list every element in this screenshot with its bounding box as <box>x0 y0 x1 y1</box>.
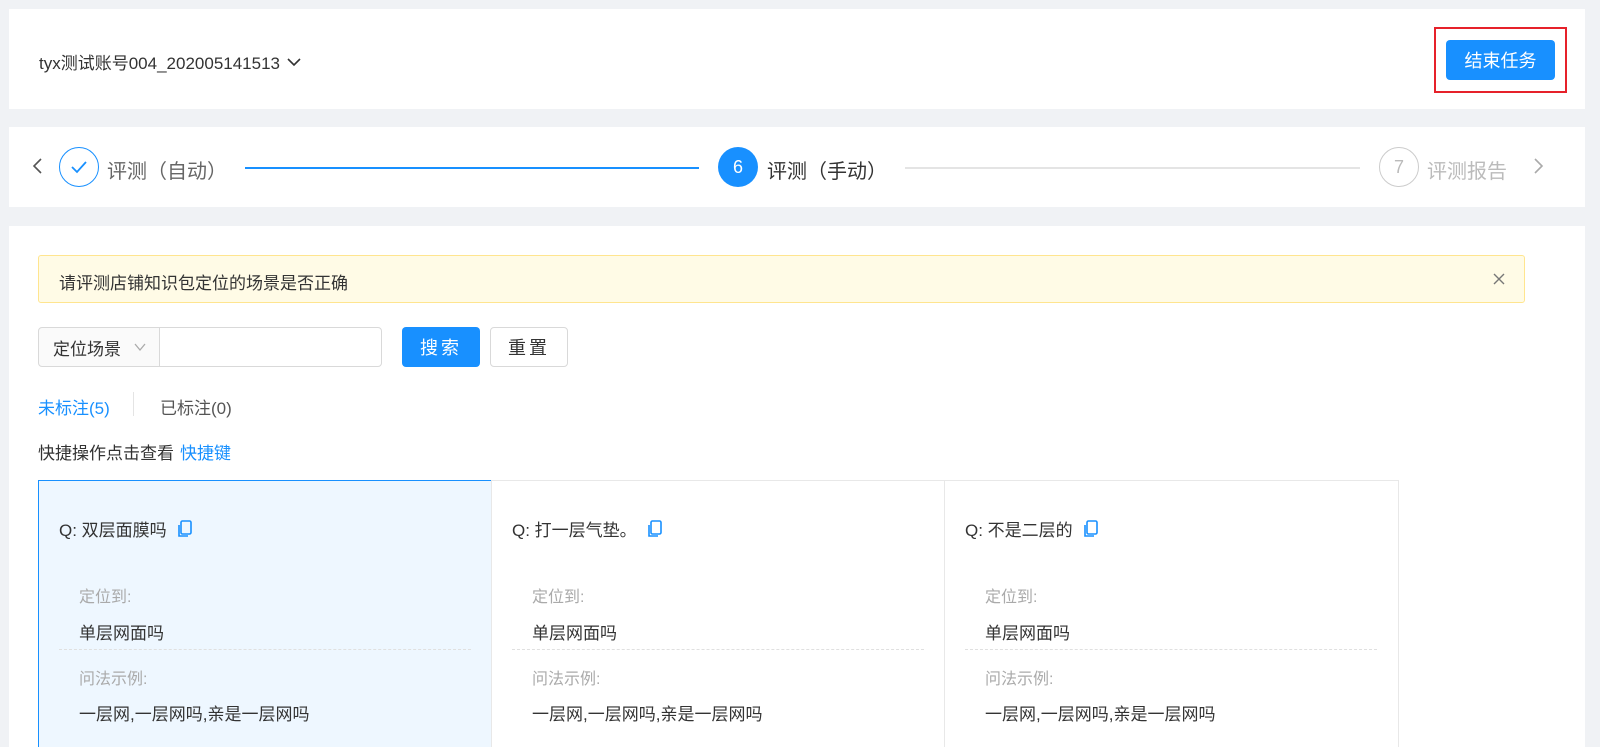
card-divider <box>965 649 1377 650</box>
chevron-down-icon <box>287 57 301 66</box>
end-task-button[interactable]: 结束任务 <box>1446 40 1555 80</box>
close-icon[interactable] <box>1492 272 1506 286</box>
question-card[interactable]: Q: 双层面膜吗 定位到: 单层网面吗 问法示例: 一层网,一层网吗,亲是一层网… <box>38 480 493 747</box>
alert-text: 请评测店铺知识包定位的场景是否正确 <box>59 274 348 293</box>
question-card[interactable]: Q: 不是二层的 定位到: 单层网面吗 问法示例: 一层网,一层网吗,亲是一层网… <box>944 480 1399 747</box>
chevron-left-icon[interactable] <box>29 157 47 175</box>
question-card[interactable]: Q: 打一层气垫。 定位到: 单层网面吗 问法示例: 一层网,一层网吗,亲是一层… <box>491 480 946 747</box>
step-done-circle <box>59 147 99 187</box>
reset-button[interactable]: 重置 <box>490 327 568 367</box>
example-label: 问法示例: <box>532 671 601 688</box>
question-text: Q: 不是二层的 <box>965 521 1073 540</box>
example-value: 一层网,一层网吗,亲是一层网吗 <box>79 705 310 724</box>
located-value: 单层网面吗 <box>79 624 164 643</box>
copy-icon[interactable] <box>177 519 193 538</box>
question-text: Q: 双层面膜吗 <box>59 521 167 540</box>
main-panel: 请评测店铺知识包定位的场景是否正确 定位场景 搜索 重置 未标注(5) 已标注(… <box>9 226 1585 747</box>
end-task-highlight: 结束任务 <box>1434 27 1567 93</box>
account-name: tyx测试账号004_202005141513 <box>39 54 280 73</box>
step-2-number: 6 <box>718 147 758 187</box>
chevron-right-icon[interactable] <box>1529 157 1547 175</box>
card-question: Q: 不是二层的 <box>965 516 1099 541</box>
info-alert: 请评测店铺知识包定位的场景是否正确 <box>38 255 1525 303</box>
step-connector-done <box>245 167 699 169</box>
card-divider <box>512 649 924 650</box>
copy-icon[interactable] <box>1083 519 1099 538</box>
question-text: Q: 打一层气垫。 <box>512 521 637 540</box>
located-label: 定位到: <box>532 589 585 606</box>
tab-divider <box>133 392 134 416</box>
located-label: 定位到: <box>985 589 1038 606</box>
steps-panel: 评测（自动） 6 评测（手动） 7 评测报告 <box>9 127 1585 207</box>
example-label: 问法示例: <box>985 671 1054 688</box>
scene-select[interactable]: 定位场景 <box>38 327 160 367</box>
scene-select-value: 定位场景 <box>53 339 121 359</box>
shortcut-hint: 快捷操作点击查看 快捷键 <box>38 439 231 464</box>
shortcut-link[interactable]: 快捷键 <box>180 444 231 463</box>
located-value: 单层网面吗 <box>532 624 617 643</box>
account-selector[interactable]: tyx测试账号004_202005141513 <box>39 49 302 74</box>
header-panel: tyx测试账号004_202005141513 结束任务 <box>9 9 1585 109</box>
example-value: 一层网,一层网吗,亲是一层网吗 <box>532 705 763 724</box>
copy-icon[interactable] <box>647 519 663 538</box>
card-divider <box>59 649 471 650</box>
step-2-label: 评测（手动） <box>767 161 887 183</box>
search-button[interactable]: 搜索 <box>402 327 480 367</box>
chevron-down-icon <box>134 343 146 352</box>
step-connector-wait <box>905 167 1360 169</box>
card-question: Q: 双层面膜吗 <box>59 516 193 541</box>
search-input[interactable] <box>159 327 382 367</box>
step-3-number: 7 <box>1379 147 1419 187</box>
step-1-label: 评测（自动） <box>107 161 227 183</box>
check-icon <box>71 161 87 174</box>
example-label: 问法示例: <box>79 671 148 688</box>
tab-marked[interactable]: 已标注(0) <box>160 394 232 419</box>
located-label: 定位到: <box>79 589 132 606</box>
tab-unmarked[interactable]: 未标注(5) <box>38 394 110 419</box>
example-value: 一层网,一层网吗,亲是一层网吗 <box>985 705 1216 724</box>
step-3-label: 评测报告 <box>1427 161 1507 183</box>
shortcut-text: 快捷操作点击查看 <box>38 444 174 463</box>
located-value: 单层网面吗 <box>985 624 1070 643</box>
card-question: Q: 打一层气垫。 <box>512 516 663 541</box>
